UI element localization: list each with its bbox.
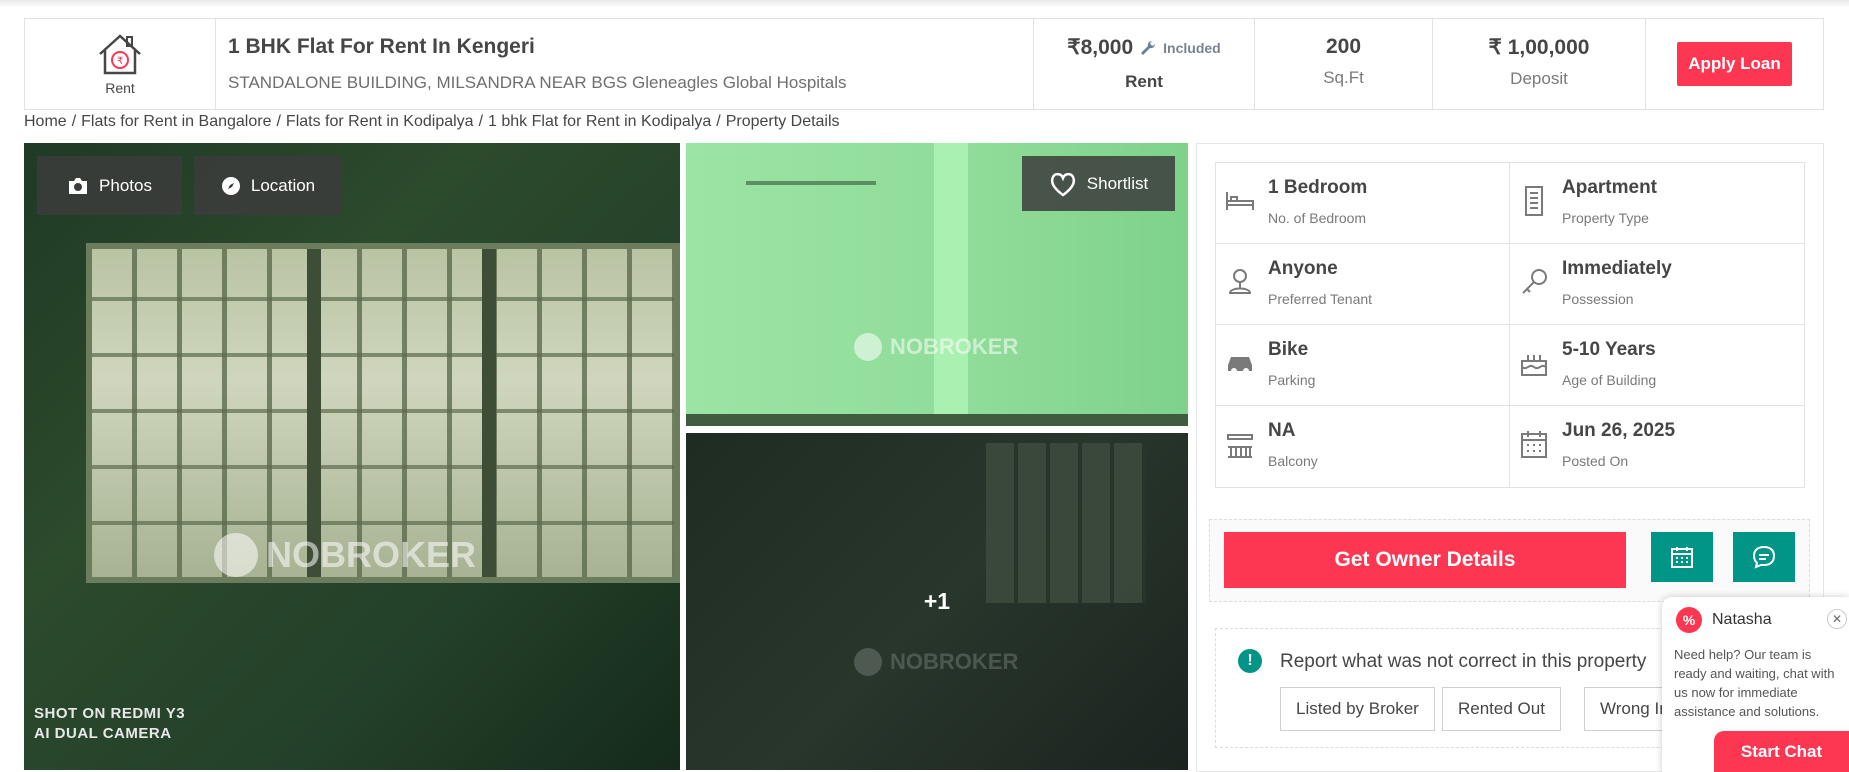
close-icon[interactable]: ✕ — [1827, 609, 1847, 629]
house-rupee-icon: ₹ — [99, 34, 141, 75]
chat-message: Need help? Our team is ready and waiting… — [1674, 647, 1835, 719]
alert-icon: ! — [1238, 649, 1262, 673]
area-cell: 200 Sq.Ft — [1255, 19, 1433, 109]
fact-property-type: Apartment Property Type — [1510, 163, 1804, 244]
get-owner-details-button[interactable]: Get Owner Details — [1224, 532, 1626, 588]
owner-actions: Get Owner Details — [1209, 519, 1810, 602]
fact-age: 5-10 Years Age of Building — [1510, 325, 1804, 406]
breadcrumb-locality[interactable]: Flats for Rent in Kodipalya — [286, 113, 474, 130]
listing-type: ₹ Rent — [25, 19, 216, 109]
apply-loan-button[interactable]: Apply Loan — [1677, 42, 1792, 86]
property-title: 1 BHK Flat For Rent In Kengeri — [228, 35, 535, 58]
watermark: NOBROKER — [214, 533, 476, 577]
area-value: 200 — [1325, 35, 1362, 58]
balcony-icon — [1227, 434, 1253, 458]
rent-cell: ₹8,000 Included Rent — [1034, 19, 1255, 109]
photos-button[interactable]: Photos — [37, 156, 182, 215]
camera-text: SHOT ON REDMI Y3 AI DUAL CAMERA — [34, 705, 186, 742]
camera-icon — [69, 177, 88, 194]
agent-avatar: % — [1676, 607, 1702, 633]
compass-icon — [221, 176, 240, 195]
calendar-icon — [1521, 431, 1547, 458]
window-image — [86, 243, 680, 583]
main-photo[interactable]: NOBROKER SHOT ON REDMI Y3 AI DUAL CAMERA… — [24, 143, 680, 770]
breadcrumb-bhk[interactable]: 1 bhk Flat for Rent in Kodipalya — [488, 113, 711, 130]
watermark: NOBROKER — [854, 333, 1018, 361]
building-icon — [1525, 186, 1543, 216]
agent-name: Natasha — [1712, 611, 1772, 628]
breadcrumb: Home / Flats for Rent in Bangalore / Flats f… — [24, 113, 840, 130]
bed-icon — [1226, 192, 1254, 210]
deposit-cell: ₹ 1,00,000 Deposit — [1433, 19, 1646, 109]
key-icon — [1522, 269, 1547, 294]
wrench-icon — [1141, 40, 1156, 55]
chat-bubble-icon — [1752, 545, 1776, 569]
shortlist-button[interactable]: Shortlist — [1022, 156, 1175, 211]
loan-cell: Apply Loan — [1646, 19, 1823, 109]
schedule-visit-button[interactable] — [1651, 532, 1713, 582]
breadcrumb-current: Property Details — [725, 113, 840, 130]
area-label: Sq.Ft — [1323, 68, 1364, 87]
property-facts: 1 Bedroom No. of Bedroom Apartment Propert… — [1215, 162, 1805, 488]
fact-balcony: NA Balcony — [1216, 406, 1510, 487]
fact-tenant: Anyone Preferred Tenant — [1216, 244, 1510, 325]
property-address: STANDALONE BUILDING, MILSANDRA NEAR BGS … — [228, 73, 847, 92]
report-text: Report what was not correct in this prop… — [1280, 651, 1647, 672]
svg-text:₹: ₹ — [117, 56, 123, 67]
rent-included: Included — [1163, 39, 1221, 56]
property-header: ₹ Rent 1 BHK Flat For Rent In Kengeri ST… — [24, 18, 1824, 110]
location-button[interactable]: Location — [194, 156, 342, 215]
start-chat-button[interactable]: Start Chat — [1714, 731, 1849, 772]
more-photos-count[interactable]: +1 — [686, 433, 1188, 770]
tenant-icon — [1228, 269, 1252, 294]
chat-widget: % Natasha ✕ Need help? Our team is ready… — [1662, 597, 1849, 772]
title-cell: 1 BHK Flat For Rent In Kengeri STANDALON… — [216, 19, 1034, 109]
heart-icon — [1050, 172, 1075, 197]
rented-out-button[interactable]: Rented Out — [1442, 687, 1561, 731]
rent-label: Rent — [1125, 72, 1163, 91]
photo-2[interactable]: NOBROKER Shortlist — [686, 143, 1188, 426]
fact-possession: Immediately Possession — [1510, 244, 1804, 325]
chat-owner-button[interactable] — [1733, 532, 1795, 582]
deposit-label: Deposit — [1510, 69, 1568, 88]
car-icon — [1228, 357, 1252, 374]
breadcrumb-home[interactable]: Home — [24, 113, 67, 130]
rent-value: ₹8,000 — [1067, 36, 1134, 59]
listing-type-label: Rent — [105, 80, 135, 96]
listed-by-broker-button[interactable]: Listed by Broker — [1280, 687, 1435, 731]
fact-parking: Bike Parking — [1216, 325, 1510, 406]
fact-posted-on: Jun 26, 2025 Posted On — [1510, 406, 1804, 487]
breadcrumb-city[interactable]: Flats for Rent in Bangalore — [81, 113, 271, 130]
deposit-value: ₹ 1,00,000 — [1488, 36, 1590, 59]
cake-icon — [1521, 355, 1547, 376]
fact-bedroom: 1 Bedroom No. of Bedroom — [1216, 163, 1510, 244]
photo-3[interactable]: NOBROKER +1 — [686, 433, 1188, 770]
top-shadow — [0, 0, 1849, 8]
calendar-icon — [1671, 547, 1693, 568]
